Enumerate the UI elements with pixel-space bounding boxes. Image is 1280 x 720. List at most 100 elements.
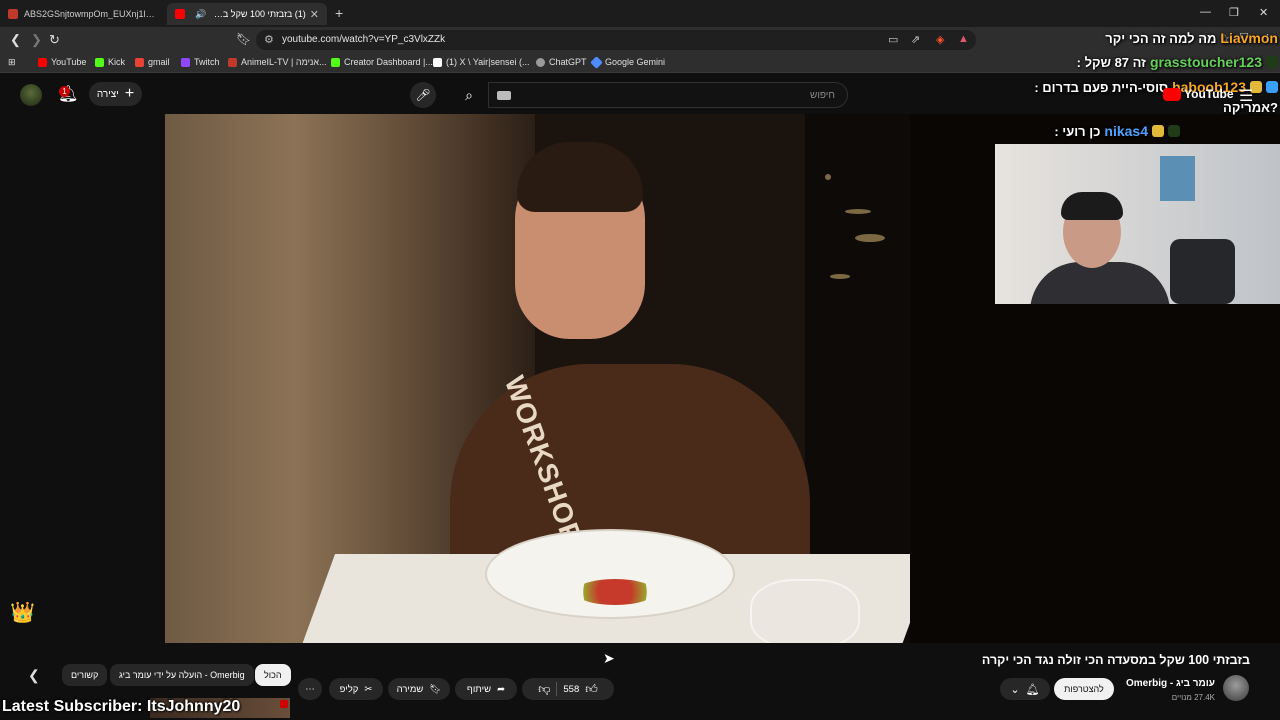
bookmark-label: Google Gemini — [605, 57, 666, 67]
like-count: 558 — [563, 683, 580, 695]
kick-icon — [95, 57, 104, 67]
youtube-favicon-icon — [175, 9, 185, 19]
cast-icon[interactable]: ▭ — [888, 33, 898, 46]
browser-tab-2-active[interactable]: 🔊 (1) בזבזתי 100 שקל במסעדה ✕ — [167, 3, 327, 25]
webcam-poster — [1160, 156, 1195, 201]
join-button[interactable]: להצטרפות — [1054, 678, 1114, 700]
youtube-play-icon — [1163, 87, 1181, 101]
keyboard-icon[interactable] — [497, 91, 511, 100]
brave-shield-icon[interactable]: ◈ — [936, 33, 944, 46]
address-bar[interactable]: ⚙ youtube.com/watch?v=YP_c3VlxZZk ▭ ⇗ ◈ … — [256, 30, 976, 50]
chat-text: כן רועי : — [1054, 123, 1101, 139]
rewards-icon[interactable]: ▲ — [958, 33, 969, 45]
bookmark-label: gmail — [148, 57, 170, 67]
video-scene-person-hair — [517, 142, 643, 212]
back-arrow-icon[interactable]: ❮ — [10, 32, 21, 48]
create-button[interactable]: יצירה + — [89, 82, 142, 106]
youtube-logo[interactable]: YouTube — [1163, 87, 1234, 101]
save-button[interactable]: שמירה 🔖︎ — [388, 678, 450, 700]
search-button-icon[interactable]: ⌕ — [450, 82, 488, 108]
share-icon: ➦ — [497, 683, 506, 695]
subscriber-count: 27.4K מנויים — [1171, 693, 1215, 702]
browser-tab-1[interactable]: ABS2GSnjtowmpOm_EUXnj1lxll6wK — [0, 3, 166, 25]
save-label: שמירה — [396, 683, 424, 695]
share-button[interactable]: שיתוף ➦ — [455, 678, 517, 700]
search-placeholder: חיפוש — [810, 90, 835, 101]
bookmark-twitch[interactable]: Twitch — [181, 57, 220, 67]
bookmark-label: Kick — [108, 57, 126, 67]
chip-all[interactable]: הכול — [255, 664, 291, 686]
more-actions-icon[interactable]: ⋯ — [298, 678, 322, 700]
webcam-person-hair — [1061, 192, 1123, 220]
x-icon — [433, 57, 442, 67]
bookmark-label: AnimeIL-TV | אנימה... — [241, 57, 327, 67]
share-label: שיתוף — [466, 683, 492, 695]
notification-count-badge: 1 — [59, 86, 70, 97]
plus-icon: + — [124, 85, 135, 102]
animeil-icon — [228, 57, 237, 67]
bookmark-icon[interactable]: 🔖︎ — [236, 32, 251, 46]
chat-text: סוסי-היית פעם בדרום : — [1034, 79, 1169, 95]
like-icon[interactable]: 👍︎ — [585, 682, 598, 697]
mouse-cursor-icon: ➤ — [603, 650, 615, 666]
site-settings-icon[interactable]: ⚙ — [264, 33, 274, 46]
share-page-icon[interactable]: ⇗ — [911, 33, 920, 46]
bookmark-creator-dashboard[interactable]: Creator Dashboard |... — [331, 57, 433, 67]
dislike-icon[interactable]: 👎︎ — [538, 682, 550, 697]
hamburger-menu-icon[interactable]: ☰ — [1239, 86, 1253, 106]
chat-badge-icon — [1266, 81, 1278, 93]
minimize-button[interactable]: — — [1200, 6, 1211, 18]
url-text: youtube.com/watch?v=YP_c3VlxZZk — [282, 34, 446, 45]
bookmark-chatgpt[interactable]: ChatGPT — [536, 57, 587, 67]
forward-arrow-icon[interactable]: ❯ — [31, 32, 42, 48]
bookmark-youtube[interactable]: YouTube — [38, 57, 86, 67]
tab-favicon-icon — [8, 9, 18, 19]
subscribed-button[interactable]: ⌄ 🔔︎ — [1000, 678, 1050, 700]
bookmark-kick[interactable]: Kick — [95, 57, 125, 67]
bell-icon: 🔔︎ — [1025, 683, 1040, 696]
account-avatar[interactable] — [20, 84, 42, 106]
video-title: בזבזתי 100 שקל במסעדה הכי זולה נגד הכי י… — [981, 653, 1250, 667]
chevron-down-icon: ⌄ — [1010, 683, 1020, 696]
chips-prev-arrow-icon[interactable]: ❮ — [28, 667, 40, 684]
bookmark-gemini[interactable]: Google Gemini — [590, 55, 666, 69]
twitch-icon — [181, 57, 190, 67]
voice-search-mic-icon[interactable]: 🎤︎ — [410, 82, 436, 108]
bookmark-x[interactable]: (1) X \ Yair|sensei (... — [433, 57, 530, 67]
chat-badge-icon — [1266, 56, 1278, 68]
channel-avatar[interactable] — [1223, 675, 1249, 701]
scissors-icon: ✂ — [364, 683, 373, 695]
chip-related[interactable]: קשורים — [62, 664, 108, 686]
bookmark-label: YouTube — [51, 57, 87, 67]
save-bookmark-icon: 🔖︎ — [429, 683, 442, 695]
chat-message: זה 87 שקל : grasstoucher123 — [1077, 54, 1278, 70]
video-scene-food — [575, 579, 655, 605]
youtube-icon — [38, 57, 47, 67]
new-tab-button[interactable]: + — [335, 5, 343, 21]
video-player[interactable]: WORKSHOP — [165, 114, 910, 643]
chat-message: כן רועי : nikas4 — [1054, 123, 1180, 139]
tab-title: (1) בזבזתי 100 שקל במסעדה — [210, 9, 306, 19]
bookmark-animeil[interactable]: AnimeIL-TV | אנימה... — [228, 57, 327, 67]
chat-text: מה למה זה הכי יקר — [1105, 30, 1217, 46]
gemini-icon — [590, 55, 603, 69]
search-input[interactable]: חיפוש — [488, 82, 848, 108]
kick-icon — [331, 57, 340, 67]
chat-username: Liavmon — [1220, 30, 1278, 46]
close-tab-icon[interactable]: ✕ — [310, 8, 319, 21]
apps-grid-icon[interactable]: ⊞ — [8, 57, 16, 68]
webcam-chair — [1170, 239, 1235, 304]
close-window-button[interactable]: ✕ — [1259, 6, 1268, 19]
restore-button[interactable]: ❐ — [1229, 6, 1239, 19]
chat-badge-icon — [1168, 125, 1180, 137]
clip-button[interactable]: קליפ ✂ — [329, 678, 383, 700]
chip-uploaded-by[interactable]: Omerbig - הועלה על ידי עומר ביג — [110, 664, 254, 686]
channel-name[interactable]: עומר ביג - Omerbig — [1126, 678, 1215, 689]
video-scene-glass — [750, 579, 860, 643]
bookmark-gmail[interactable]: gmail — [135, 57, 170, 67]
reload-icon[interactable]: ↻ — [49, 32, 60, 48]
gmail-icon — [135, 57, 144, 67]
streamer-webcam-overlay — [995, 144, 1280, 304]
audio-playing-icon[interactable]: 🔊 — [195, 9, 206, 20]
crown-icon: 👑 — [10, 602, 35, 624]
